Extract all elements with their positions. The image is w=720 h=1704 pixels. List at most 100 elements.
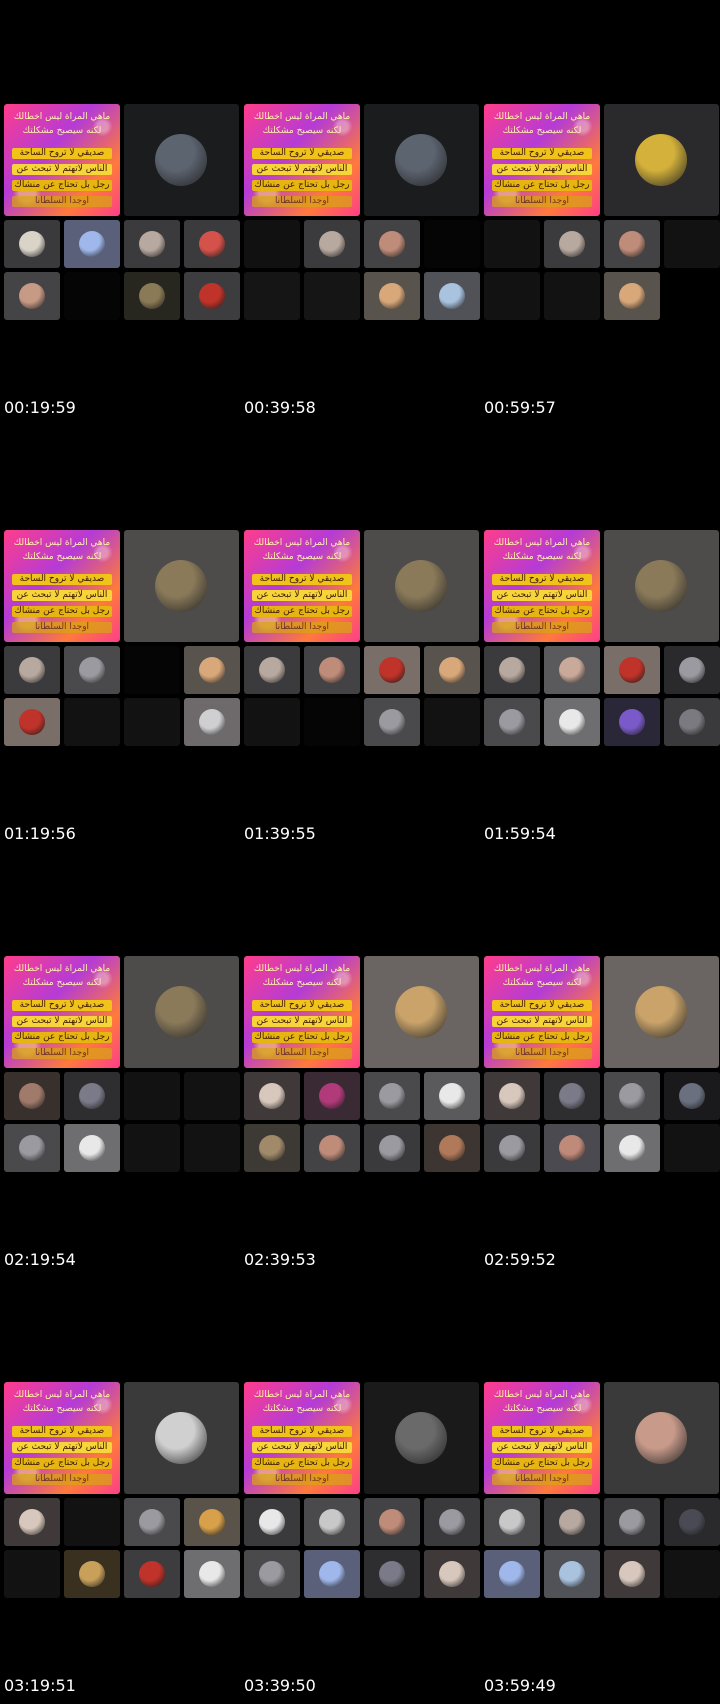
host-video-tile[interactable] xyxy=(124,530,239,642)
participant-tile[interactable] xyxy=(484,698,540,746)
participant-tile[interactable] xyxy=(604,646,660,694)
participant-tile[interactable] xyxy=(124,698,180,746)
participant-tile[interactable] xyxy=(664,1498,720,1546)
participant-tile[interactable] xyxy=(304,1124,360,1172)
participant-tile[interactable] xyxy=(664,1550,720,1598)
participant-tile[interactable] xyxy=(244,272,300,320)
participant-tile[interactable] xyxy=(64,698,120,746)
participant-tile[interactable] xyxy=(244,1072,300,1120)
participant-tile[interactable] xyxy=(484,1550,540,1598)
participant-tile[interactable] xyxy=(544,646,600,694)
participant-tile[interactable] xyxy=(4,1124,60,1172)
participant-tile[interactable] xyxy=(664,220,720,268)
participant-tile[interactable] xyxy=(4,1072,60,1120)
participant-tile[interactable] xyxy=(304,1072,360,1120)
participant-tile[interactable] xyxy=(484,1072,540,1120)
participant-tile[interactable] xyxy=(544,1550,600,1598)
participant-tile[interactable] xyxy=(304,1498,360,1546)
participant-tile[interactable] xyxy=(64,646,120,694)
host-video-tile[interactable] xyxy=(364,530,479,642)
participant-tile[interactable] xyxy=(4,1498,60,1546)
participant-tile[interactable] xyxy=(424,1498,480,1546)
participant-tile[interactable] xyxy=(124,646,180,694)
participant-tile[interactable] xyxy=(364,1124,420,1172)
participant-tile[interactable] xyxy=(544,698,600,746)
participant-tile[interactable] xyxy=(64,220,120,268)
participant-tile[interactable] xyxy=(544,1498,600,1546)
participant-tile[interactable] xyxy=(244,646,300,694)
participant-tile[interactable] xyxy=(424,698,480,746)
host-video-tile[interactable] xyxy=(604,1382,719,1494)
participant-tile[interactable] xyxy=(64,1072,120,1120)
participant-tile[interactable] xyxy=(424,646,480,694)
participant-tile[interactable] xyxy=(184,1498,240,1546)
participant-tile[interactable] xyxy=(484,1124,540,1172)
participant-tile[interactable] xyxy=(244,1550,300,1598)
participant-tile[interactable] xyxy=(304,1550,360,1598)
participant-tile[interactable] xyxy=(64,272,120,320)
participant-tile[interactable] xyxy=(424,272,480,320)
participant-tile[interactable] xyxy=(124,1498,180,1546)
participant-tile[interactable] xyxy=(544,220,600,268)
participant-tile[interactable] xyxy=(484,220,540,268)
host-video-tile[interactable] xyxy=(604,530,719,642)
participant-tile[interactable] xyxy=(184,1072,240,1120)
participant-tile[interactable] xyxy=(4,698,60,746)
participant-tile[interactable] xyxy=(184,1124,240,1172)
participant-tile[interactable] xyxy=(604,1124,660,1172)
participant-tile[interactable] xyxy=(184,272,240,320)
participant-tile[interactable] xyxy=(424,1072,480,1120)
participant-tile[interactable] xyxy=(604,1550,660,1598)
participant-tile[interactable] xyxy=(604,698,660,746)
participant-tile[interactable] xyxy=(604,1072,660,1120)
participant-tile[interactable] xyxy=(304,272,360,320)
participant-tile[interactable] xyxy=(4,272,60,320)
participant-tile[interactable] xyxy=(4,220,60,268)
participant-tile[interactable] xyxy=(604,272,660,320)
host-video-tile[interactable] xyxy=(124,1382,239,1494)
participant-tile[interactable] xyxy=(364,1072,420,1120)
participant-tile[interactable] xyxy=(64,1498,120,1546)
participant-tile[interactable] xyxy=(244,220,300,268)
host-video-tile[interactable] xyxy=(364,956,479,1068)
participant-tile[interactable] xyxy=(424,1550,480,1598)
participant-tile[interactable] xyxy=(664,1072,720,1120)
host-video-tile[interactable] xyxy=(124,104,239,216)
participant-tile[interactable] xyxy=(424,220,480,268)
participant-tile[interactable] xyxy=(244,1498,300,1546)
participant-tile[interactable] xyxy=(244,698,300,746)
participant-tile[interactable] xyxy=(364,220,420,268)
participant-tile[interactable] xyxy=(124,1124,180,1172)
participant-tile[interactable] xyxy=(364,698,420,746)
participant-tile[interactable] xyxy=(244,1124,300,1172)
participant-tile[interactable] xyxy=(64,1550,120,1598)
participant-tile[interactable] xyxy=(304,698,360,746)
participant-tile[interactable] xyxy=(304,220,360,268)
participant-tile[interactable] xyxy=(364,1550,420,1598)
participant-tile[interactable] xyxy=(604,220,660,268)
participant-tile[interactable] xyxy=(184,1550,240,1598)
participant-tile[interactable] xyxy=(604,1498,660,1546)
participant-tile[interactable] xyxy=(124,1072,180,1120)
participant-tile[interactable] xyxy=(184,698,240,746)
participant-tile[interactable] xyxy=(664,272,720,320)
participant-tile[interactable] xyxy=(544,1124,600,1172)
host-video-tile[interactable] xyxy=(604,104,719,216)
participant-tile[interactable] xyxy=(184,646,240,694)
participant-tile[interactable] xyxy=(304,646,360,694)
participant-tile[interactable] xyxy=(4,1550,60,1598)
host-video-tile[interactable] xyxy=(364,1382,479,1494)
participant-tile[interactable] xyxy=(484,1498,540,1546)
participant-tile[interactable] xyxy=(664,1124,720,1172)
participant-tile[interactable] xyxy=(424,1124,480,1172)
participant-tile[interactable] xyxy=(544,1072,600,1120)
host-video-tile[interactable] xyxy=(364,104,479,216)
participant-tile[interactable] xyxy=(64,1124,120,1172)
participant-tile[interactable] xyxy=(124,272,180,320)
participant-tile[interactable] xyxy=(484,646,540,694)
participant-tile[interactable] xyxy=(4,646,60,694)
participant-tile[interactable] xyxy=(484,272,540,320)
participant-tile[interactable] xyxy=(364,272,420,320)
participant-tile[interactable] xyxy=(124,1550,180,1598)
host-video-tile[interactable] xyxy=(124,956,239,1068)
